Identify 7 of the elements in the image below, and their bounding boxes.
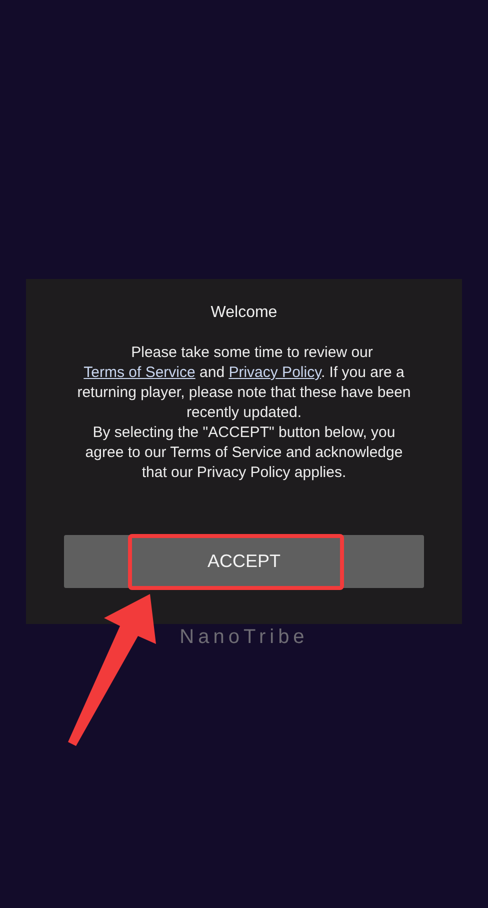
accept-button[interactable]: ACCEPT bbox=[64, 535, 424, 588]
link[interactable]: Privacy Policy bbox=[228, 364, 321, 381]
dialog-title: Welcome bbox=[210, 303, 278, 323]
brand-name: NanoTribe bbox=[180, 625, 308, 649]
body-text: Please take some time to review our Terms of Service and Privacy Policy. If you are a returning player, please note that these have been recently updated. bbox=[76, 343, 412, 423]
link[interactable]: Terms of Service bbox=[84, 364, 196, 381]
body-text: By selecting the "ACCEPT" button below, you agree to our Terms of Service and acknowledge that our Privacy Policy applies. bbox=[84, 423, 404, 483]
